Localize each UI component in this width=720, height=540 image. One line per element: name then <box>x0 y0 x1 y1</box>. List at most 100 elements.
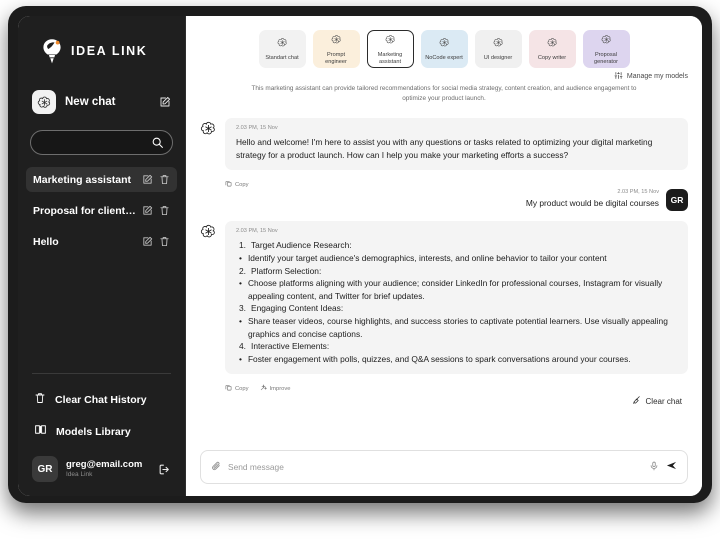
manage-my-models-label: Manage my models <box>626 73 688 80</box>
sparkles-icon <box>260 384 267 393</box>
improve-label: Improve <box>269 385 291 392</box>
copy-button[interactable]: Copy <box>225 384 249 393</box>
message-bubble: 2.03 PM, 15 Nov Hello and welcome! I'm h… <box>225 117 688 171</box>
bullet-dot: • <box>239 252 242 263</box>
message-text: My product would be digital courses <box>525 198 659 209</box>
brand-name: IDEA LINK <box>71 44 148 58</box>
device-frame: IDEA LINK New chat Marketing assistant P… <box>8 6 712 503</box>
model-card-prompt-engineer[interactable]: Prompt engineer <box>312 30 360 68</box>
chat-item-hello[interactable]: Hello <box>26 229 177 254</box>
main-panel: Standart chat Prompt engineer Marketing … <box>186 16 702 496</box>
list-item: 3. Engaging Content Ideas: • Share teaser … <box>236 302 677 340</box>
openai-flower-icon <box>439 35 450 53</box>
model-card-ui-designer[interactable]: UI designer <box>474 30 522 68</box>
openai-flower-icon <box>32 90 56 114</box>
chat-item-marketing-assistant[interactable]: Marketing assistant <box>26 167 177 192</box>
trash-icon[interactable] <box>159 205 170 216</box>
model-card-marketing-assistant[interactable]: Marketing assistant <box>366 30 414 68</box>
openai-flower-icon <box>277 35 288 53</box>
manage-my-models-button[interactable]: Manage my models <box>186 68 702 82</box>
microphone-icon[interactable] <box>649 458 659 476</box>
model-card-nocode-expert[interactable]: NoCode expert <box>420 30 468 68</box>
model-card-label: Standart chat <box>265 55 299 62</box>
message-timestamp: 2.03 PM, 15 Nov <box>236 124 278 131</box>
message-input[interactable] <box>228 462 642 472</box>
clear-chat-history-button[interactable]: Clear Chat History <box>18 384 185 416</box>
openai-flower-icon <box>331 32 342 50</box>
copy-icon <box>225 180 232 189</box>
openai-flower-icon <box>385 32 396 50</box>
user-account-row[interactable]: GR greg@email.com Idea Link <box>18 450 185 488</box>
clear-chat-button[interactable]: Clear chat <box>200 393 688 412</box>
edit-square-icon[interactable] <box>142 205 153 216</box>
copy-button[interactable]: Copy <box>225 180 249 189</box>
user-info: greg@email.com Idea Link <box>66 459 150 479</box>
logout-arrow-icon[interactable] <box>158 463 171 476</box>
lightbulb-idea-icon <box>43 39 61 64</box>
bullet-dot: • <box>239 316 242 327</box>
list-item: 4. Interactive Elements: • Foster engageme… <box>236 340 677 365</box>
search-box[interactable] <box>30 130 200 155</box>
trash-icon[interactable] <box>159 174 170 185</box>
openai-flower-icon <box>547 35 558 53</box>
list-number: 4. <box>239 341 246 352</box>
assistant-description: This marketing assistant can provide tai… <box>251 85 637 102</box>
message-timestamp: 2.03 PM, 15 Nov <box>236 228 278 235</box>
openai-flower-icon <box>200 120 217 137</box>
clear-chat-label: Clear chat <box>645 396 682 406</box>
chat-item-title: Hello <box>33 235 59 248</box>
list-bullet-text: Foster engagement with polls, quizzes, a… <box>247 353 631 364</box>
openai-flower-icon <box>493 35 504 53</box>
clear-chat-history-label: Clear Chat History <box>55 394 147 406</box>
list-bullet-text: Share teaser videos, course highlights, … <box>247 316 668 339</box>
improve-button[interactable]: Improve <box>260 384 291 393</box>
list-heading: Target Audience Research: <box>251 240 352 251</box>
model-card-label: NoCode expert <box>425 55 463 62</box>
message-timestamp: 2.03 PM, 15 Nov <box>617 189 659 196</box>
model-card-standart-chat[interactable]: Standart chat <box>258 30 306 68</box>
model-card-label: UI designer <box>483 55 513 62</box>
openai-flower-icon <box>200 223 217 240</box>
message-composer[interactable] <box>200 450 688 484</box>
assistant-message-2: 2.03 PM, 15 Nov 1. Target Audience Resear… <box>200 221 688 375</box>
list-heading: Platform Selection: <box>251 265 322 276</box>
assistant-message-1: 2.03 PM, 15 Nov Hello and welcome! I'm h… <box>200 117 688 171</box>
model-card-label: Marketing assistant <box>377 51 403 65</box>
chat-item-title: Marketing assistant <box>33 173 132 186</box>
message-actions-2: Copy Improve <box>200 381 688 393</box>
list-item: 1. Target Audience Research: • Identify yo… <box>236 239 677 264</box>
chat-item-proposal-for-clients[interactable]: Proposal for clients... <box>26 198 177 223</box>
search-input[interactable] <box>31 137 200 148</box>
edit-square-icon[interactable] <box>159 96 171 108</box>
edit-square-icon[interactable] <box>142 236 153 247</box>
edit-square-icon[interactable] <box>142 174 153 185</box>
models-library-button[interactable]: Models Library <box>18 416 185 448</box>
list-heading: Engaging Content Ideas: <box>251 303 344 314</box>
chat-item-title: Proposal for clients... <box>33 204 136 217</box>
bullet-dot: • <box>239 353 242 364</box>
user-message: 2.03 PM, 15 Nov My product would be digi… <box>200 189 688 212</box>
new-chat-button[interactable]: New chat <box>30 86 173 118</box>
app-window: IDEA LINK New chat Marketing assistant P… <box>18 16 702 496</box>
search-icon <box>151 136 164 154</box>
bullet-dot: • <box>239 278 242 289</box>
sidebar: IDEA LINK New chat Marketing assistant P… <box>18 16 200 496</box>
model-card-copy-writer[interactable]: Copy writer <box>528 30 576 68</box>
model-card-row: Standart chat Prompt engineer Marketing … <box>186 16 702 68</box>
trash-icon[interactable] <box>159 236 170 247</box>
recommendation-list: 1. Target Audience Research: • Identify yo… <box>236 239 677 365</box>
chat-list: Marketing assistant Proposal for clients… <box>18 167 185 260</box>
model-card-label: Prompt engineer <box>325 51 347 65</box>
message-actions-1: Copy <box>200 177 688 189</box>
send-plane-icon[interactable] <box>666 458 677 476</box>
user-email: greg@email.com <box>66 459 143 470</box>
book-open-icon <box>34 423 47 441</box>
copy-label: Copy <box>235 181 249 188</box>
brand-logo: IDEA LINK <box>18 16 185 80</box>
sliders-icon <box>614 71 623 82</box>
model-card-proposal-generator[interactable]: Proposal generator <box>582 30 630 68</box>
broom-icon <box>631 395 641 407</box>
message-bubble: 2.03 PM, 15 Nov 1. Target Audience Resear… <box>225 221 688 375</box>
paperclip-icon[interactable] <box>211 458 221 476</box>
list-bullet-text: Choose platforms aligning with your audi… <box>247 278 663 301</box>
